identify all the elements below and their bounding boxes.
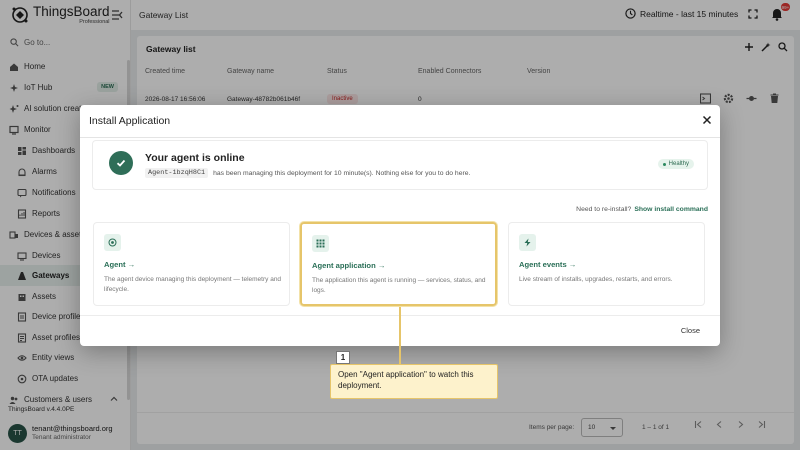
reinstall-prompt: Need to re-install? Show install command	[576, 206, 708, 213]
dialog-divider	[80, 137, 720, 138]
agent-status-text: has been managing this deployment for 10…	[213, 169, 471, 177]
close-button[interactable]: Close	[681, 326, 700, 335]
bolt-icon	[519, 234, 536, 251]
callout-connector	[399, 307, 401, 365]
agent-application-card-description: The application this agent is running — …	[312, 277, 486, 294]
check-circle-icon	[109, 151, 133, 175]
agent-application-card[interactable]: Agent application → The application this…	[300, 222, 497, 306]
health-badge: Healthy	[657, 159, 694, 169]
agent-card[interactable]: Agent → The agent device managing this d…	[93, 222, 290, 306]
agent-events-card[interactable]: Agent events → Live stream of installs, …	[508, 222, 705, 306]
tutorial-callout: Open "Agent application" to watch this d…	[330, 364, 498, 399]
close-icon[interactable]	[702, 115, 712, 127]
target-icon	[104, 234, 121, 251]
agent-events-card-title: Agent events →	[519, 260, 577, 269]
show-install-command-link[interactable]: Show install command	[634, 206, 708, 213]
step-number: 1	[336, 351, 350, 364]
agent-status-title: Your agent is online	[145, 152, 245, 164]
agent-events-card-description: Live stream of installs, upgrades, resta…	[519, 276, 673, 283]
dialog-title: Install Application	[89, 115, 171, 127]
agent-id: Agent-1bzqH8C1	[145, 168, 209, 178]
agent-card-description: The agent device managing this deploymen…	[104, 276, 282, 293]
agent-card-title: Agent →	[104, 260, 136, 269]
agent-application-card-title: Agent application →	[312, 261, 386, 270]
app-grid-icon	[312, 235, 329, 252]
agent-status-panel: Your agent is online Agent-1bzqH8C1 has …	[92, 140, 708, 190]
health-dot-icon	[662, 162, 666, 166]
